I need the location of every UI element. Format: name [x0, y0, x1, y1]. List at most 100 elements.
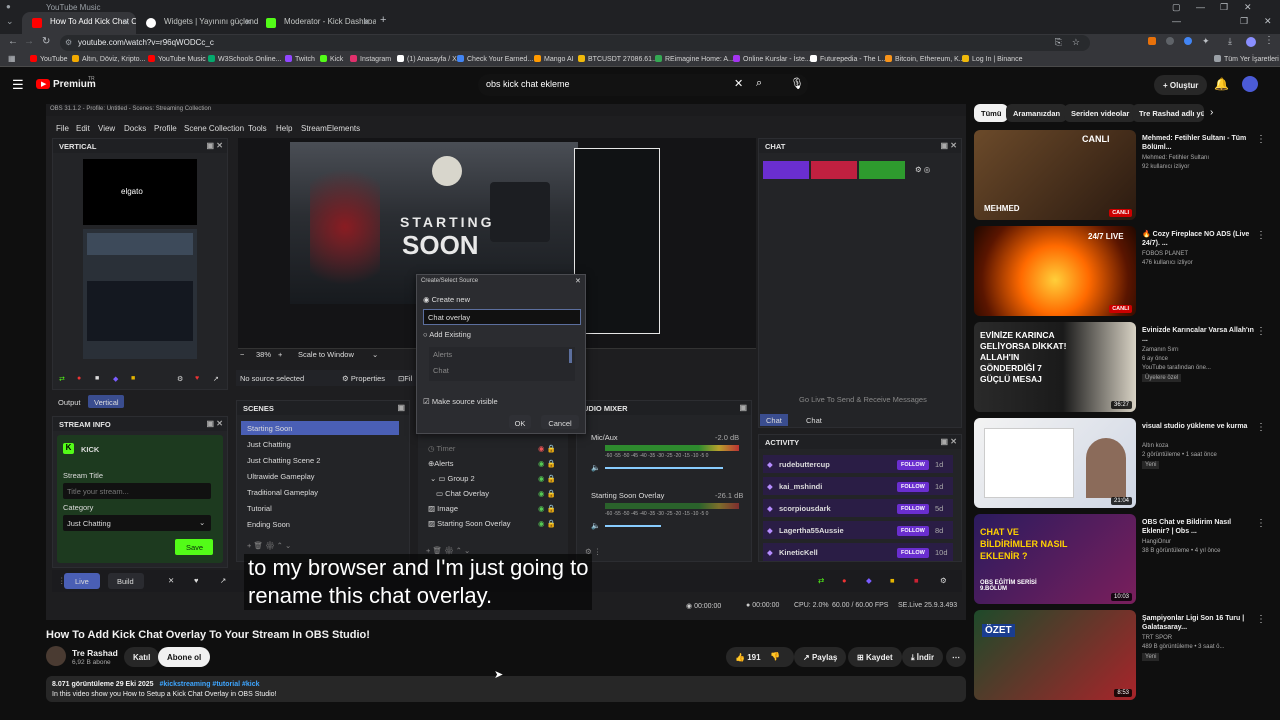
chip-from-search[interactable]: Aramanızdan — [1006, 104, 1068, 122]
window-close-icon[interactable]: ✕ — [1244, 2, 1252, 13]
stream-title-input[interactable]: Title your stream... — [63, 483, 211, 499]
cancel-button[interactable]: Cancel — [541, 415, 579, 429]
puzzle-icon[interactable]: ✦ — [1202, 36, 1210, 47]
chip-all[interactable]: Tümü — [974, 104, 1009, 122]
hashtags[interactable]: #kickstreaming #tutorial #kick — [160, 681, 260, 688]
cast-icon[interactable]: ⎘ — [1055, 37, 1062, 48]
video-thumbnail[interactable]: ÖZET 8:53 — [974, 610, 1136, 700]
kebab-icon[interactable]: ⋮ — [1256, 518, 1266, 529]
download-button[interactable]: ⤓ İndir — [902, 647, 944, 667]
tab-kick-dashboard[interactable]: Moderator - Kick Dashboard ✕ — [256, 12, 376, 34]
existing-item[interactable]: Chat — [433, 366, 449, 375]
clear-icon[interactable]: ✕ — [734, 77, 743, 90]
panel-controls[interactable]: ▣ — [739, 403, 747, 412]
source-item[interactable]: ◷ Timer — [428, 444, 455, 453]
properties-button[interactable]: ⚙ Properties — [342, 374, 385, 383]
forward-icon[interactable]: → — [24, 36, 34, 47]
source-item[interactable]: ⌄ ▭ Group 2 — [430, 474, 475, 483]
toolbar-icon[interactable]: ■ — [914, 576, 919, 585]
site-info-icon[interactable]: ⚙ — [65, 38, 72, 47]
heart-icon[interactable]: ♥ — [194, 576, 198, 585]
scene-item[interactable]: Tutorial — [247, 504, 272, 513]
video-thumbnail[interactable]: 24/7 LIVE CANLI — [974, 226, 1136, 316]
thumbs-down-icon[interactable]: 👎 — [770, 652, 780, 661]
bookmark-item[interactable]: Altın, Döviz, Kripto... — [72, 55, 145, 63]
tab-search-icon[interactable]: ⌄ — [6, 16, 14, 27]
recommendation-item[interactable]: CANLI MEHMED CANLI Mehmed: Fetihler Sult… — [974, 130, 1274, 222]
description-box[interactable]: 8.071 görüntüleme 29 Eki 2025 #kickstrea… — [46, 676, 966, 702]
scrollbar[interactable] — [569, 349, 572, 363]
record-icon[interactable]: ● — [77, 375, 81, 382]
restore-icon[interactable]: ❐ — [1240, 16, 1248, 27]
menu-help[interactable]: Help — [276, 124, 292, 133]
avatar[interactable] — [1242, 76, 1258, 92]
chat-overlay-bbox[interactable] — [574, 148, 660, 334]
bookmark-item[interactable]: (1) Anasayfa / X — [397, 55, 457, 63]
bookmark-item[interactable]: Log In | Binance — [962, 55, 1022, 63]
share-icon[interactable]: ↗ — [220, 576, 226, 585]
kebab-icon[interactable]: ⋮ — [1256, 326, 1266, 337]
bookmark-item[interactable]: YouTube — [30, 55, 68, 63]
close-icon[interactable]: ✕ — [362, 17, 370, 28]
menu-kebab-icon[interactable]: ⋮ — [1264, 35, 1274, 46]
menu-streamelements[interactable]: StreamElements — [301, 124, 360, 133]
apps-grid-icon[interactable]: ▦ — [8, 54, 16, 63]
bookmark-item[interactable]: BTCUSDT 27086.61... — [578, 55, 658, 63]
ok-button[interactable]: OK — [509, 415, 531, 429]
chat-platform-twitch[interactable] — [763, 161, 809, 179]
recommendation-item[interactable]: CHAT VE BİLDİRİMLER NASIL EKLENİR ? OBS … — [974, 514, 1274, 606]
restore-icon[interactable]: ❐ — [1220, 2, 1228, 13]
bookmark-item[interactable]: Bitcoin, Ethereum, K... — [885, 55, 965, 63]
chevron-right-icon[interactable]: › — [1210, 107, 1213, 118]
extension-icon[interactable]: ▢ — [1172, 2, 1181, 13]
extension-icon[interactable] — [1184, 37, 1192, 45]
source-item[interactable]: ⊕Alerts — [428, 459, 453, 468]
source-item[interactable]: ▭ Chat Overlay — [436, 489, 489, 498]
heart-icon[interactable]: ♥ — [195, 375, 199, 382]
recommendation-item[interactable]: 21:04 visual studio yükleme ve kurma Alt… — [974, 418, 1274, 510]
build-button[interactable]: Build — [108, 573, 144, 589]
close-icon[interactable]: ✕ — [575, 277, 581, 285]
like-button[interactable]: 👍 191 👎 — [726, 647, 794, 667]
vertical-tab[interactable]: Vertical — [88, 395, 124, 408]
bookmark-item[interactable]: YouTube Music — [148, 55, 206, 63]
channel-avatar[interactable] — [46, 646, 66, 666]
zoom-out-icon[interactable]: − — [240, 350, 244, 359]
toolbar-icon[interactable]: ⇄ — [59, 375, 65, 383]
speaker-icon[interactable]: 🔈 — [591, 463, 600, 472]
toolbar-icon[interactable]: ◆ — [113, 375, 118, 383]
scene-item[interactable]: Ultrawide Gameplay — [247, 472, 315, 481]
hamburger-icon[interactable]: ☰ — [12, 77, 24, 93]
save-to-playlist-button[interactable]: ⊞ Kaydet — [848, 647, 902, 667]
share-button[interactable]: ↗ Paylaş — [794, 647, 847, 667]
tab-kick-chat-overlay[interactable]: How To Add Kick Chat Overlay ✕ — [22, 12, 136, 34]
window-close-icon[interactable]: ✕ — [1264, 16, 1272, 27]
visibility-icon[interactable]: ◉ 🔒 — [538, 444, 556, 453]
filters-button[interactable]: ⊡Fil — [398, 374, 412, 383]
visibility-icon[interactable]: ◉ 🔒 — [538, 474, 556, 483]
channel-name[interactable]: Tre Rashad — [72, 648, 118, 658]
minimize-icon[interactable]: — — [1196, 2, 1205, 12]
scene-item[interactable]: Ending Soon — [247, 520, 290, 529]
video-thumbnail[interactable]: EVİNİZE KARINCA GELİYORSA DİKKAT! ALLAH'… — [974, 322, 1136, 412]
speaker-icon[interactable]: 🔈 — [591, 521, 600, 530]
record-icon[interactable]: ● — [842, 576, 847, 585]
bookmark-item[interactable]: Kick — [320, 55, 343, 63]
save-button[interactable]: Save — [175, 539, 213, 555]
join-button[interactable]: Katıl — [124, 647, 160, 667]
menu-edit[interactable]: Edit — [76, 124, 90, 133]
bookmark-item[interactable]: Instagram — [350, 55, 391, 63]
existing-item[interactable]: Alerts — [433, 350, 452, 359]
create-new-radio[interactable]: ◉ Create new — [423, 295, 470, 304]
reload-icon[interactable]: ↻ — [42, 36, 50, 47]
scene-item[interactable]: Just Chatting — [247, 440, 291, 449]
close-icon[interactable]: ✕ — [244, 17, 252, 28]
tools-icon[interactable]: ✕ — [168, 576, 174, 585]
stop-icon[interactable]: ■ — [95, 375, 99, 382]
bookmark-item[interactable]: REimagine Home: A... — [655, 55, 734, 63]
menu-profile[interactable]: Profile — [154, 124, 177, 133]
source-item[interactable]: ▨ Starting Soon Overlay — [428, 519, 511, 528]
scene-toolbar-icons[interactable]: + 🗑 ⚙ ⌃ ⌄ — [247, 541, 291, 550]
live-button[interactable]: Live — [64, 573, 100, 589]
tab-widgets[interactable]: Widgets | Yayınını güçlendirme ✕ — [136, 12, 258, 34]
